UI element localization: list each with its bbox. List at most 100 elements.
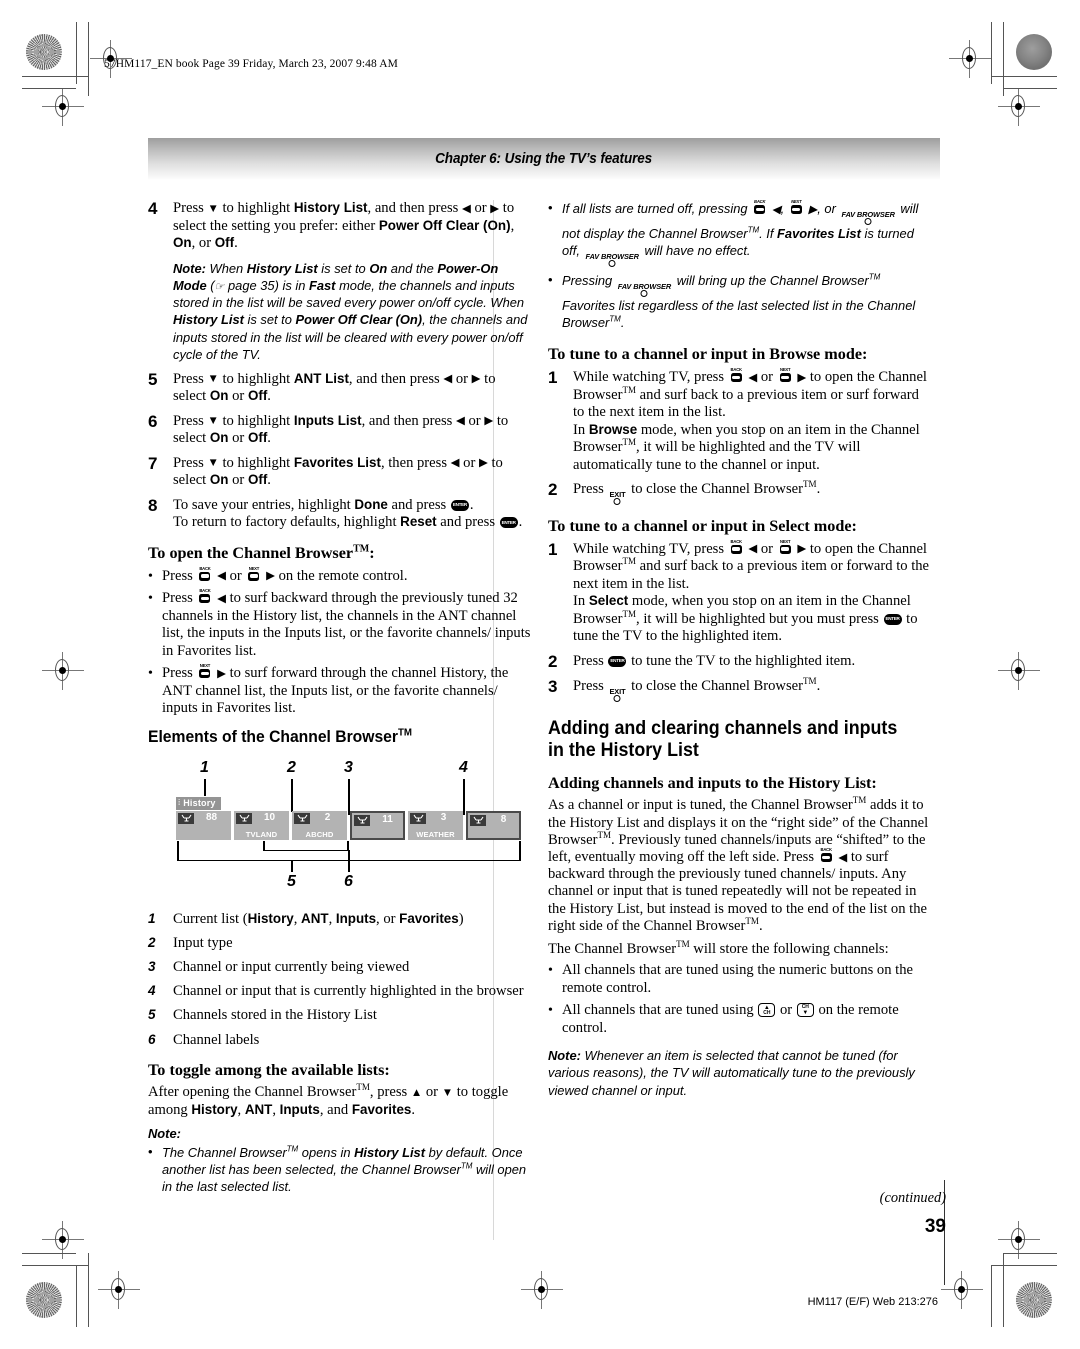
bullet-dot: •: [148, 568, 153, 584]
bullet-text: All channels that are tuned using ▲ CH or…: [562, 1002, 899, 1036]
channel-number: 8: [500, 814, 507, 825]
step-text: Press ▼ to highlight History List, and t…: [173, 200, 515, 251]
print-rosette-bottom-right: [1016, 1282, 1052, 1318]
legend-number: 1: [148, 910, 156, 926]
print-slug-line: 57HM117_EN book Page 39 Friday, March 23…: [104, 58, 398, 70]
channel-label: ABCHD: [305, 829, 334, 839]
print-rosette-bottom-left: [26, 1282, 62, 1318]
crop-line: [991, 1265, 1057, 1266]
figure-callout-2: 2: [287, 758, 296, 776]
bullet-text: Press BACK ◀ to surf backward through th…: [162, 588, 531, 659]
print-rosette-top-left: [26, 34, 62, 70]
legend-item: 6 Channel labels: [148, 1032, 531, 1049]
step-number: 2: [548, 480, 558, 500]
bullet-item: • All channels that are tuned using ▲ CH …: [548, 1002, 931, 1037]
legend-item: 4 Channel or input that is currently hig…: [148, 983, 531, 1000]
crop-line: [991, 1265, 992, 1327]
note-label: Note:: [148, 1125, 181, 1141]
bracket-5-stem: [291, 859, 293, 872]
channel-box[interactable]: 10 TVLAND: [234, 810, 289, 840]
manual-page: 57HM117_EN book Page 39 Friday, March 23…: [96, 38, 982, 1308]
legend-item: 2 Input type: [148, 935, 531, 952]
legend-number: 3: [148, 958, 156, 974]
channel-box[interactable]: 88: [176, 810, 231, 840]
left-column: 4 Press ▼ to highlight History List, and…: [148, 199, 531, 1201]
crop-line: [88, 22, 89, 96]
registration-mark-right-upper: [998, 88, 1040, 126]
channel-label: TVLAND: [245, 829, 278, 839]
numbered-step: 4 Press ▼ to highlight History List, and…: [148, 199, 531, 253]
antenna-icon: [178, 812, 194, 824]
crop-line: [22, 88, 76, 89]
note-bullet-item: • The Channel BrowserTM opens in History…: [148, 1144, 531, 1195]
current-list-label: History: [183, 798, 216, 808]
numbered-step: 2 Press to tune the TV to the highlighte…: [548, 651, 931, 672]
registration-mark-left-middle: [42, 652, 84, 690]
channel-label: WEATHER: [416, 829, 455, 839]
step-text: Press ▼ to highlight ANT List, and then …: [173, 370, 496, 405]
numbered-step: 1 While watching TV, press BACK ◀ or NEX…: [548, 539, 931, 646]
legend-number: 6: [148, 1031, 156, 1047]
channel-box-current[interactable]: 11: [350, 810, 405, 840]
adding-subheading: Adding channels and inputs to the Histor…: [548, 773, 877, 792]
legend-text: Current list (History, ANT, Inputs, or F…: [173, 910, 464, 927]
crop-line: [76, 22, 77, 84]
note-bullet-text: Pressing FAV BROWSER will bring up the C…: [562, 272, 916, 331]
antenna-icon: [354, 814, 370, 826]
crop-line: [76, 1265, 77, 1327]
legend-text: Channel or input currently being viewed: [173, 958, 410, 975]
bullet-text: All channels that are tuned using the nu…: [562, 962, 913, 996]
bullet-dot: •: [148, 591, 153, 607]
channel-number: 2: [324, 812, 331, 823]
bullet-text: Press BACK ◀ or NEXT ▶ on the remote con…: [162, 565, 408, 584]
chapter-title: Chapter 6: Using the TV’s features: [435, 151, 653, 167]
legend-text: Channel labels: [173, 1031, 260, 1048]
registration-mark-bottom-right: [998, 1221, 1040, 1259]
bullet-dot: •: [548, 200, 553, 215]
channel-box-highlighted[interactable]: 8: [466, 810, 521, 840]
numbered-step: 7 Press ▼ to highlight Favorites List, t…: [148, 454, 531, 490]
crop-line: [991, 22, 992, 84]
bullet-item: • Press BACK ◀ or NEXT ▶ on the remote c…: [148, 565, 531, 586]
print-rosette-top-right: [1016, 34, 1052, 70]
channel-box[interactable]: 3 WEATHER: [408, 810, 463, 840]
select-mode-heading: To tune to a channel or input in Select …: [548, 517, 857, 536]
bracket-6-span: [263, 849, 349, 852]
note-bullet-item: • Pressing FAV BROWSER will bring up the…: [548, 272, 931, 331]
adding-clearing-section-heading: Adding and clearing channels and inputs …: [548, 718, 898, 762]
bottom-note: Note: Whenever an item is selected that …: [548, 1048, 915, 1098]
step-number: 8: [148, 495, 158, 515]
numbered-step: 1 While watching TV, press BACK ◀ or NEX…: [548, 367, 931, 474]
channel-box[interactable]: 2 ABCHD: [292, 810, 347, 840]
legend-text: Input type: [173, 934, 233, 951]
numbered-step: 8 To save your entries, highlight Done a…: [148, 495, 531, 532]
step-text: To save your entries, highlight Done and…: [173, 497, 531, 532]
legend-item: 1 Current list (History, ANT, Inputs, or…: [148, 911, 531, 928]
open-channel-browser-heading: To open the Channel BrowserTM:: [148, 543, 375, 562]
crop-line: [22, 76, 88, 77]
figure-callout-5: 5: [287, 872, 296, 890]
step-number: 4: [148, 199, 158, 218]
step-number: 2: [548, 651, 558, 671]
crop-line: [22, 1265, 88, 1266]
legend-text: Channels stored in the History List: [173, 1007, 377, 1024]
list-scroll-dots: ⁞: [178, 798, 181, 807]
bracket-6-stem: [348, 849, 350, 872]
bullet-dot: •: [548, 963, 553, 979]
legend-item: 5 Channels stored in the History List: [148, 1007, 531, 1024]
channel-number: 88: [205, 812, 218, 823]
numbered-step: 2 Press EXIT to close the Channel Browse…: [548, 480, 931, 506]
bracket-5-left: [177, 840, 179, 861]
numbered-step: 3 Press EXIT to close the Channel Browse…: [548, 677, 931, 703]
registration-mark-bottom-left: [42, 1221, 84, 1259]
antenna-icon: [236, 812, 252, 824]
browse-mode-heading: To tune to a channel or input in Browse …: [548, 345, 868, 364]
toggle-note-label: Note:: [148, 1125, 531, 1142]
bullet-dot: •: [548, 272, 553, 288]
callout-leader-2: [291, 778, 293, 812]
crop-line: [991, 76, 1057, 77]
legend-text: Channel or input that is currently highl…: [173, 983, 524, 1000]
step-text: Press EXIT to close the Channel BrowserT…: [573, 480, 931, 506]
step-number: 1: [548, 368, 558, 388]
channel-number: 11: [382, 814, 393, 825]
